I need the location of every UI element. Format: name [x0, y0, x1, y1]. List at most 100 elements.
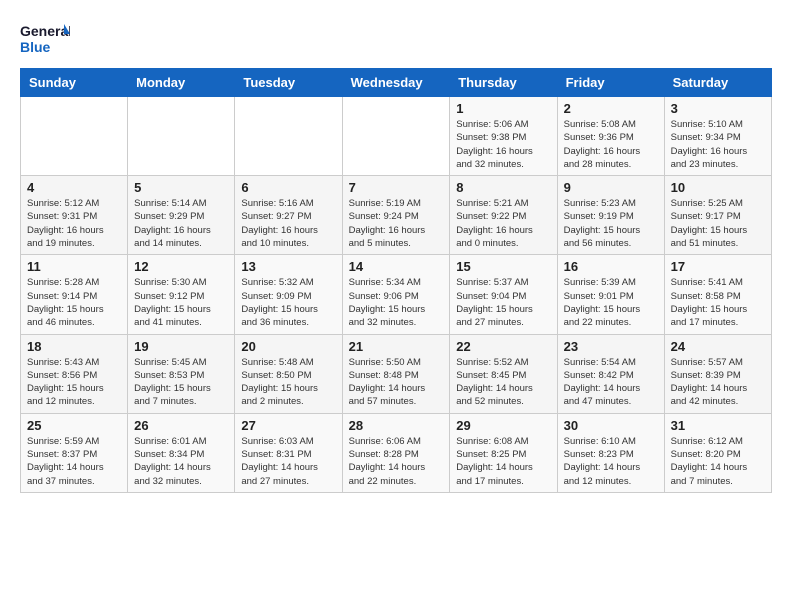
day-info: Sunrise: 6:03 AM Sunset: 8:31 PM Dayligh…: [241, 435, 335, 488]
calendar-cell: 15 Sunrise: 5:37 AM Sunset: 9:04 PM Dayli…: [450, 255, 557, 334]
column-header-sunday: Sunday: [21, 69, 128, 97]
day-number: 31: [671, 418, 765, 433]
day-info: Sunrise: 6:06 AM Sunset: 8:28 PM Dayligh…: [349, 435, 444, 488]
calendar-cell: 21Sunrise: 5:50 AM Sunset: 8:48 PM Dayli…: [342, 334, 450, 413]
calendar-cell: 5 Sunrise: 5:14 AM Sunset: 9:29 PM Daylig…: [128, 176, 235, 255]
day-number: 29: [456, 418, 550, 433]
day-info: Sunrise: 5:10 AM Sunset: 9:34 PM Dayligh…: [671, 118, 765, 171]
calendar-cell: 28 Sunrise: 6:06 AM Sunset: 8:28 PM Dayli…: [342, 413, 450, 492]
day-info: Sunrise: 5:19 AM Sunset: 9:24 PM Dayligh…: [349, 197, 444, 250]
day-number: 5: [134, 180, 228, 195]
column-header-friday: Friday: [557, 69, 664, 97]
day-info: Sunrise: 5:28 AM Sunset: 9:14 PM Dayligh…: [27, 276, 121, 329]
day-info: Sunrise: 6:08 AM Sunset: 8:25 PM Dayligh…: [456, 435, 550, 488]
calendar-cell: 2 Sunrise: 5:08 AM Sunset: 9:36 PM Daylig…: [557, 97, 664, 176]
day-number: 18: [27, 339, 121, 354]
day-info: Sunrise: 5:57 AM Sunset: 8:39 PM Dayligh…: [671, 356, 765, 409]
day-info: Sunrise: 5:32 AM Sunset: 9:09 PM Dayligh…: [241, 276, 335, 329]
day-info: Sunrise: 6:01 AM Sunset: 8:34 PM Dayligh…: [134, 435, 228, 488]
calendar-header-row: SundayMondayTuesdayWednesdayThursdayFrid…: [21, 69, 772, 97]
svg-text:Blue: Blue: [20, 39, 51, 55]
day-number: 8: [456, 180, 550, 195]
calendar-cell: [342, 97, 450, 176]
day-number: 23: [564, 339, 658, 354]
day-info: Sunrise: 5:39 AM Sunset: 9:01 PM Dayligh…: [564, 276, 658, 329]
calendar-cell: 3 Sunrise: 5:10 AM Sunset: 9:34 PM Daylig…: [664, 97, 771, 176]
day-info: Sunrise: 5:34 AM Sunset: 9:06 PM Dayligh…: [349, 276, 444, 329]
calendar-cell: 29 Sunrise: 6:08 AM Sunset: 8:25 PM Dayli…: [450, 413, 557, 492]
day-number: 6: [241, 180, 335, 195]
calendar-cell: 20Sunrise: 5:48 AM Sunset: 8:50 PM Dayli…: [235, 334, 342, 413]
calendar-week-row: 25 Sunrise: 5:59 AM Sunset: 8:37 PM Dayli…: [21, 413, 772, 492]
day-info: Sunrise: 5:43 AM Sunset: 8:56 PM Dayligh…: [27, 356, 121, 409]
calendar-cell: [235, 97, 342, 176]
calendar-cell: 31 Sunrise: 6:12 AM Sunset: 8:20 PM Dayli…: [664, 413, 771, 492]
day-number: 27: [241, 418, 335, 433]
day-info: Sunrise: 5:06 AM Sunset: 9:38 PM Dayligh…: [456, 118, 550, 171]
day-number: 26: [134, 418, 228, 433]
day-number: 4: [27, 180, 121, 195]
day-number: 16: [564, 259, 658, 274]
day-number: 9: [564, 180, 658, 195]
calendar-cell: 8 Sunrise: 5:21 AM Sunset: 9:22 PM Daylig…: [450, 176, 557, 255]
day-number: 10: [671, 180, 765, 195]
day-number: 21: [349, 339, 444, 354]
calendar-cell: 4 Sunrise: 5:12 AM Sunset: 9:31 PM Daylig…: [21, 176, 128, 255]
calendar-week-row: 18 Sunrise: 5:43 AM Sunset: 8:56 PM Dayli…: [21, 334, 772, 413]
day-number: 3: [671, 101, 765, 116]
calendar-cell: 18 Sunrise: 5:43 AM Sunset: 8:56 PM Dayli…: [21, 334, 128, 413]
calendar-week-row: 4 Sunrise: 5:12 AM Sunset: 9:31 PM Daylig…: [21, 176, 772, 255]
calendar-cell: [128, 97, 235, 176]
svg-text:General: General: [20, 23, 70, 39]
column-header-wednesday: Wednesday: [342, 69, 450, 97]
day-info: Sunrise: 5:30 AM Sunset: 9:12 PM Dayligh…: [134, 276, 228, 329]
day-number: 28: [349, 418, 444, 433]
day-number: 1: [456, 101, 550, 116]
day-number: 12: [134, 259, 228, 274]
day-info: Sunrise: 5:59 AM Sunset: 8:37 PM Dayligh…: [27, 435, 121, 488]
calendar-cell: 9 Sunrise: 5:23 AM Sunset: 9:19 PM Daylig…: [557, 176, 664, 255]
day-number: 25: [27, 418, 121, 433]
day-info: Sunrise: 5:54 AM Sunset: 8:42 PM Dayligh…: [564, 356, 658, 409]
day-number: 14: [349, 259, 444, 274]
calendar-cell: 22Sunrise: 5:52 AM Sunset: 8:45 PM Dayli…: [450, 334, 557, 413]
day-number: 13: [241, 259, 335, 274]
day-info: Sunrise: 5:08 AM Sunset: 9:36 PM Dayligh…: [564, 118, 658, 171]
calendar-cell: 26 Sunrise: 6:01 AM Sunset: 8:34 PM Dayli…: [128, 413, 235, 492]
day-info: Sunrise: 5:16 AM Sunset: 9:27 PM Dayligh…: [241, 197, 335, 250]
logo-svg: General Blue: [20, 20, 70, 58]
calendar-week-row: 1 Sunrise: 5:06 AM Sunset: 9:38 PM Daylig…: [21, 97, 772, 176]
day-info: Sunrise: 5:12 AM Sunset: 9:31 PM Dayligh…: [27, 197, 121, 250]
day-info: Sunrise: 5:14 AM Sunset: 9:29 PM Dayligh…: [134, 197, 228, 250]
day-number: 24: [671, 339, 765, 354]
day-info: Sunrise: 5:21 AM Sunset: 9:22 PM Dayligh…: [456, 197, 550, 250]
day-number: 30: [564, 418, 658, 433]
column-header-monday: Monday: [128, 69, 235, 97]
calendar-cell: 24 Sunrise: 5:57 AM Sunset: 8:39 PM Dayli…: [664, 334, 771, 413]
day-number: 20: [241, 339, 335, 354]
calendar-cell: 16 Sunrise: 5:39 AM Sunset: 9:01 PM Dayli…: [557, 255, 664, 334]
day-info: Sunrise: 5:23 AM Sunset: 9:19 PM Dayligh…: [564, 197, 658, 250]
calendar-cell: 30 Sunrise: 6:10 AM Sunset: 8:23 PM Dayli…: [557, 413, 664, 492]
day-number: 2: [564, 101, 658, 116]
day-info: Sunrise: 5:52 AM Sunset: 8:45 PM Dayligh…: [456, 356, 550, 409]
calendar-cell: 10Sunrise: 5:25 AM Sunset: 9:17 PM Dayli…: [664, 176, 771, 255]
day-info: Sunrise: 6:12 AM Sunset: 8:20 PM Dayligh…: [671, 435, 765, 488]
calendar-cell: 25 Sunrise: 5:59 AM Sunset: 8:37 PM Dayli…: [21, 413, 128, 492]
day-info: Sunrise: 5:37 AM Sunset: 9:04 PM Dayligh…: [456, 276, 550, 329]
column-header-thursday: Thursday: [450, 69, 557, 97]
day-number: 19: [134, 339, 228, 354]
calendar-cell: 23 Sunrise: 5:54 AM Sunset: 8:42 PM Dayli…: [557, 334, 664, 413]
calendar-cell: 14 Sunrise: 5:34 AM Sunset: 9:06 PM Dayli…: [342, 255, 450, 334]
day-number: 7: [349, 180, 444, 195]
calendar-week-row: 11Sunrise: 5:28 AM Sunset: 9:14 PM Dayli…: [21, 255, 772, 334]
calendar-cell: 11Sunrise: 5:28 AM Sunset: 9:14 PM Dayli…: [21, 255, 128, 334]
calendar-cell: 1 Sunrise: 5:06 AM Sunset: 9:38 PM Daylig…: [450, 97, 557, 176]
day-number: 17: [671, 259, 765, 274]
day-number: 15: [456, 259, 550, 274]
page-header: General Blue: [20, 20, 772, 58]
calendar-cell: 13 Sunrise: 5:32 AM Sunset: 9:09 PM Dayli…: [235, 255, 342, 334]
column-header-saturday: Saturday: [664, 69, 771, 97]
calendar-cell: 27 Sunrise: 6:03 AM Sunset: 8:31 PM Dayli…: [235, 413, 342, 492]
day-info: Sunrise: 6:10 AM Sunset: 8:23 PM Dayligh…: [564, 435, 658, 488]
